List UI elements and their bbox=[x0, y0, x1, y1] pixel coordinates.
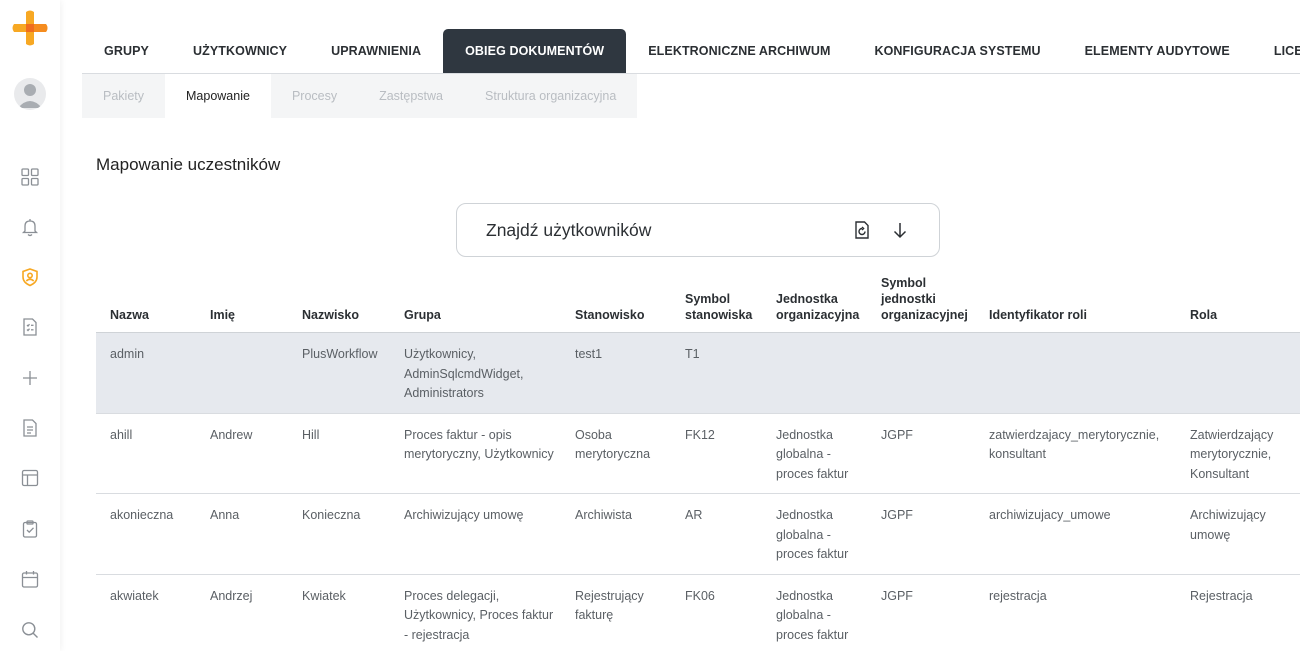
bell-icon[interactable] bbox=[19, 216, 41, 238]
refresh-file-icon[interactable] bbox=[851, 219, 873, 241]
arrow-down-icon[interactable] bbox=[889, 219, 911, 241]
cell-symbol-stanowiska: AR bbox=[685, 508, 703, 522]
cell-symbol-jednostki: JGPF bbox=[881, 508, 913, 522]
checklist-icon[interactable] bbox=[19, 316, 41, 338]
dashboard-icon[interactable] bbox=[19, 166, 41, 188]
header-imie[interactable]: Imię bbox=[196, 307, 288, 323]
tab-obieg-dokumentow[interactable]: OBIEG DOKUMENTÓW bbox=[443, 29, 627, 73]
cell-stanowisko: Osoba merytoryczna bbox=[575, 427, 651, 462]
cell-nazwa: admin bbox=[110, 347, 145, 361]
cell-identyfikator-roli: zatwierdzajacy_merytorycznie, konsultant bbox=[989, 427, 1160, 462]
tab-grupy[interactable]: GRUPY bbox=[82, 29, 171, 73]
header-nazwa[interactable]: Nazwa bbox=[96, 307, 196, 323]
cell-stanowisko: test1 bbox=[575, 347, 603, 361]
table-row[interactable]: akonieczna Anna Konieczna Archiwizujący … bbox=[96, 494, 1300, 575]
plus-icon[interactable] bbox=[19, 367, 41, 389]
header-symbol-jednostki[interactable]: Symbol jednostki organizacyjnej bbox=[867, 275, 975, 323]
cell-symbol-stanowiska: FK12 bbox=[685, 427, 715, 442]
cell-symbol-jednostki: JGPF bbox=[881, 588, 913, 603]
layout-icon[interactable] bbox=[19, 467, 41, 489]
table-row[interactable]: admin PlusWorkflow Użytkownicy, AdminSql… bbox=[96, 333, 1300, 414]
table-row[interactable]: ahill Andrew Hill Proces faktur - opis m… bbox=[96, 414, 1300, 494]
cell-grupa: Proces delegacji, Użytkownicy, Proces fa… bbox=[404, 588, 554, 642]
tab-elementy-audytowe[interactable]: ELEMENTY AUDYTOWE bbox=[1063, 29, 1252, 73]
header-grupa[interactable]: Grupa bbox=[390, 307, 561, 323]
cell-jednostka: Jednostka globalna - proces faktur bbox=[776, 427, 849, 481]
cell-identyfikator-roli: archiwizujacy_umowe bbox=[989, 508, 1111, 522]
search-actions bbox=[851, 219, 911, 241]
cell-nazwisko: PlusWorkflow bbox=[302, 347, 378, 361]
cell-stanowisko: Archiwista bbox=[575, 508, 632, 522]
page-title: Mapowanie uczestników bbox=[96, 155, 281, 174]
calendar-icon[interactable] bbox=[19, 568, 41, 590]
avatar[interactable] bbox=[14, 78, 46, 110]
cell-symbol-stanowiska: T1 bbox=[685, 347, 700, 361]
cell-nazwisko: Kwiatek bbox=[302, 588, 346, 603]
table-row[interactable]: akwiatek Andrzej Kwiatek Proces delegacj… bbox=[96, 575, 1300, 651]
header-stanowisko[interactable]: Stanowisko bbox=[561, 307, 671, 323]
shield-user-icon[interactable] bbox=[19, 266, 41, 288]
cell-imie: Andrzej bbox=[210, 588, 253, 603]
cell-nazwisko: Hill bbox=[302, 427, 320, 442]
table-header: Nazwa Imię Nazwisko Grupa Stanowisko Sym… bbox=[96, 270, 1300, 333]
cell-symbol-stanowiska: FK06 bbox=[685, 588, 715, 603]
tab-elektroniczne-archiwum[interactable]: ELEKTRONICZNE ARCHIWUM bbox=[626, 29, 852, 73]
subtab-mapowanie[interactable]: Mapowanie bbox=[165, 74, 271, 118]
search-users-box[interactable]: Znajdź użytkowników bbox=[456, 203, 940, 257]
cell-symbol-jednostki: JGPF bbox=[881, 427, 913, 442]
header-rola[interactable]: Rola bbox=[1176, 307, 1300, 323]
tab-konfiguracja-systemu[interactable]: KONFIGURACJA SYSTEMU bbox=[852, 29, 1062, 73]
cell-nazwa: ahill bbox=[110, 427, 133, 442]
header-symbol-stanowiska[interactable]: Symbol stanowiska bbox=[671, 291, 762, 323]
tab-uzytkownicy[interactable]: UŻYTKOWNICY bbox=[171, 29, 309, 73]
main-tabs: GRUPY UŻYTKOWNICY UPRAWNIENIA OBIEG DOKU… bbox=[82, 29, 1300, 74]
clipboard-check-icon[interactable] bbox=[19, 518, 41, 540]
main-content: GRUPY UŻYTKOWNICY UPRAWNIENIA OBIEG DOKU… bbox=[82, 0, 1300, 651]
cell-jednostka: Jednostka globalna - proces faktur bbox=[776, 508, 849, 561]
tab-licencja[interactable]: LICENCJA bbox=[1252, 29, 1300, 73]
cell-nazwisko: Konieczna bbox=[302, 508, 361, 522]
cell-nazwa: akwiatek bbox=[110, 588, 159, 603]
subtab-pakiety[interactable]: Pakiety bbox=[82, 74, 165, 118]
cell-identyfikator-roli: rejestracja bbox=[989, 588, 1047, 603]
cell-imie: Andrew bbox=[210, 427, 253, 442]
search-label: Znajdź użytkowników bbox=[486, 219, 652, 240]
subtab-struktura-organizacyjna[interactable]: Struktura organizacyjna bbox=[464, 74, 638, 118]
header-jednostka-organizacyjna[interactable]: Jednostka organizacyjna bbox=[762, 291, 867, 323]
cell-nazwa: akonieczna bbox=[110, 508, 174, 522]
header-nazwisko[interactable]: Nazwisko bbox=[288, 307, 390, 323]
cell-rola: Archiwizujący umowę bbox=[1190, 508, 1266, 542]
participants-table: Nazwa Imię Nazwisko Grupa Stanowisko Sym… bbox=[96, 270, 1300, 651]
sidebar bbox=[0, 0, 60, 651]
cell-jednostka: Jednostka globalna - proces faktur bbox=[776, 588, 849, 642]
subtab-zastepstwa[interactable]: Zastępstwa bbox=[358, 74, 465, 118]
cell-rola: Rejestracja bbox=[1190, 588, 1253, 603]
cell-grupa: Archiwizujący umowę bbox=[404, 508, 524, 522]
cell-imie: Anna bbox=[210, 508, 240, 522]
cell-grupa: Proces faktur - opis merytoryczny, Użytk… bbox=[404, 427, 554, 462]
sub-tabs: Pakiety Mapowanie Procesy Zastępstwa Str… bbox=[82, 74, 638, 118]
subtab-procesy[interactable]: Procesy bbox=[270, 74, 359, 118]
cell-rola: Zatwierdzający merytorycznie, Konsultant bbox=[1190, 427, 1274, 481]
cell-stanowisko: Rejestrujący fakturę bbox=[575, 588, 644, 623]
search-icon[interactable] bbox=[19, 619, 41, 641]
header-identyfikator-roli[interactable]: Identyfikator roli bbox=[975, 307, 1176, 323]
tab-uprawnienia[interactable]: UPRAWNIENIA bbox=[309, 29, 443, 73]
plus-logo-icon[interactable] bbox=[12, 10, 48, 46]
cell-grupa: Użytkownicy, AdminSqlcmdWidget, Administ… bbox=[404, 347, 524, 400]
document-icon[interactable] bbox=[19, 417, 41, 439]
